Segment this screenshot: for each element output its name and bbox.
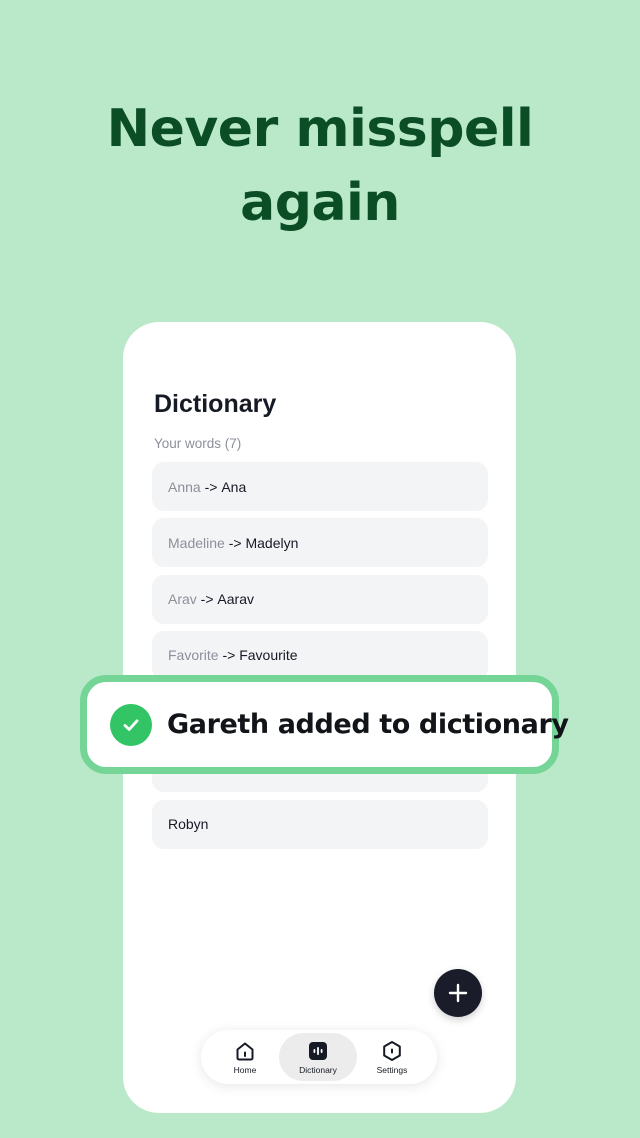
nav-label-settings: Settings bbox=[376, 1064, 408, 1075]
word-original: Robyn bbox=[168, 816, 209, 833]
marketing-headline: Never misspell again bbox=[0, 92, 640, 240]
plus-icon bbox=[448, 983, 468, 1003]
word-item-madeline[interactable]: Madeline -> Madelyn bbox=[152, 518, 488, 568]
settings-icon bbox=[383, 1040, 401, 1061]
page-title: Dictionary bbox=[154, 390, 277, 418]
word-original: Favorite bbox=[168, 647, 219, 664]
word-replacement: Aarav bbox=[217, 591, 254, 608]
headline-line-1: Never misspell bbox=[106, 99, 534, 159]
word-item-arav[interactable]: Arav -> Aarav bbox=[152, 574, 488, 624]
word-arrow: -> bbox=[200, 478, 222, 495]
word-item-robyn[interactable]: Robyn bbox=[152, 799, 488, 849]
bottom-nav: Home Dictionary Settings bbox=[201, 1030, 437, 1084]
word-item-anna[interactable]: Anna -> Ana bbox=[152, 462, 488, 511]
word-original: Madeline bbox=[168, 534, 225, 551]
nav-label-home: Home bbox=[233, 1064, 257, 1075]
nav-label-dictionary: Dictionary bbox=[299, 1064, 337, 1075]
word-count-label: Your words (7) bbox=[154, 436, 242, 451]
check-icon bbox=[110, 703, 152, 746]
success-toast: Gareth added to dictionary bbox=[80, 675, 569, 774]
word-replacement: Favourite bbox=[239, 647, 298, 664]
dictionary-icon bbox=[309, 1041, 327, 1060]
nav-item-home[interactable]: Home bbox=[206, 1033, 284, 1081]
word-replacement: Madelyn bbox=[245, 534, 299, 551]
word-arrow: -> bbox=[218, 647, 240, 664]
nav-item-dictionary[interactable]: Dictionary bbox=[279, 1033, 357, 1081]
home-icon bbox=[236, 1042, 254, 1060]
word-item-favorite[interactable]: Favorite -> Favourite bbox=[152, 630, 488, 680]
word-list: Anna -> Ana Madeline -> Madelyn Arav -> … bbox=[152, 462, 488, 856]
word-original: Anna bbox=[168, 478, 201, 495]
word-arrow: -> bbox=[224, 534, 246, 551]
add-word-button[interactable] bbox=[434, 969, 482, 1017]
word-arrow: -> bbox=[196, 591, 218, 608]
nav-item-settings[interactable]: Settings bbox=[353, 1033, 431, 1081]
word-replacement: Ana bbox=[221, 478, 247, 495]
headline-line-2: again bbox=[240, 173, 400, 233]
toast-message: Gareth added to dictionary bbox=[167, 709, 569, 740]
word-original: Arav bbox=[168, 591, 197, 608]
